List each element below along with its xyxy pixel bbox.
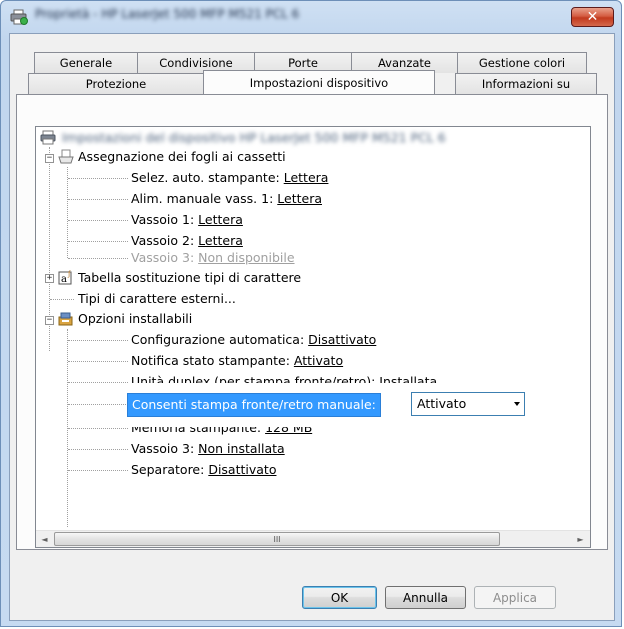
tree-connector: [68, 340, 128, 341]
item-value: Attivato: [293, 353, 344, 368]
tab-informazioni-su[interactable]: Informazioni su: [455, 73, 597, 94]
close-button[interactable]: ✕: [571, 7, 614, 27]
tree-item-duplex-unit[interactable]: Unità duplex (per stampa fronte/retro): …: [131, 372, 438, 389]
item-name: Notifica stato stampante:: [131, 353, 294, 368]
window-title: Proprietà - HP LaserJet 500 MFP M521 PCL…: [35, 7, 300, 21]
tree-connector: [68, 258, 128, 259]
cancel-button[interactable]: Annulla: [385, 586, 466, 609]
item-value: Non disponibile: [198, 250, 295, 265]
tree-item-separator[interactable]: Separatore: Disattivato: [131, 460, 276, 480]
tree-installable-options[interactable]: Opzioni installabili: [78, 309, 192, 329]
item-name: Configurazione automatica:: [131, 332, 309, 347]
dropdown-arrow-icon[interactable]: [514, 402, 520, 406]
manual-duplex-label: Consenti stampa fronte/retro manuale:: [127, 393, 381, 417]
tree-external-fonts[interactable]: Tipi di carattere esterni...: [78, 289, 236, 309]
item-value: Non installata: [198, 441, 285, 456]
tree-item-manual-feed[interactable]: Alim. manuale vass. 1: Lettera: [131, 189, 322, 209]
title-bar: Proprietà - HP LaserJet 500 MFP M521 PCL…: [1, 1, 623, 33]
collapse-icon[interactable]: −: [45, 316, 54, 325]
scrollbar-thumb[interactable]: III: [54, 532, 500, 546]
manual-duplex-value: Attivato: [417, 396, 467, 411]
svg-text:a: a: [61, 274, 67, 285]
tree-connector: [68, 178, 128, 179]
scroll-left-icon[interactable]: ◄: [36, 531, 53, 547]
tree-item-status-notify[interactable]: Notifica stato stampante: Attivato: [131, 351, 343, 371]
tab-protezione[interactable]: Protezione: [28, 73, 204, 94]
item-value: Lettera: [283, 170, 329, 185]
close-icon: ✕: [586, 9, 599, 25]
item-name: Vassoio 2:: [131, 233, 199, 248]
tree-connector: [67, 167, 68, 258]
collapse-icon[interactable]: −: [45, 154, 54, 163]
tree-item-tray-3-installed[interactable]: Vassoio 3: Non installata: [131, 439, 285, 459]
item-name: Vassoio 3:: [131, 250, 199, 265]
tree-item-printer-memory[interactable]: Memoria stampante: 128 MB: [131, 420, 313, 438]
item-value: Lettera: [198, 233, 243, 248]
tab-impostazioni-dispositivo[interactable]: Impostazioni dispositivo: [203, 70, 435, 94]
grip-icon: III: [273, 534, 281, 544]
settings-tree[interactable]: Impostazioni del dispositivo HP LaserJet…: [35, 126, 591, 548]
tree-connector: [68, 361, 128, 362]
tree-connector: [50, 299, 74, 300]
tree-connector: [68, 470, 128, 471]
svg-text:ƒ: ƒ: [67, 270, 71, 278]
tree-item-manual-duplex: Consenti stampa fronte/retro manuale: At…: [127, 390, 527, 418]
item-value: 128 MB: [265, 420, 313, 435]
tree-tray-assignment[interactable]: Assegnazione dei fogli ai cassetti: [78, 147, 286, 167]
item-value: Installata: [379, 374, 438, 389]
item-name: Vassoio 1:: [131, 212, 199, 227]
item-name: Alim. manuale vass. 1:: [131, 191, 278, 206]
tab-gestione-colori[interactable]: Gestione colori: [457, 52, 587, 73]
item-name: Vassoio 3:: [131, 441, 199, 456]
horizontal-scrollbar[interactable]: ◄ III ►: [36, 530, 590, 547]
item-value: Disattivato: [208, 462, 277, 477]
scroll-right-icon[interactable]: ►: [572, 531, 589, 547]
tab-panel: Impostazioni del dispositivo HP LaserJet…: [16, 94, 608, 550]
item-name: Selez. auto. stampante:: [131, 170, 284, 185]
manual-duplex-select[interactable]: Attivato: [411, 392, 525, 416]
installable-options-icon: [58, 312, 73, 326]
tree-connector: [68, 404, 128, 405]
tree-font-substitution[interactable]: Tabella sostituzione tipi di carattere: [78, 268, 301, 288]
tree-connector: [68, 428, 128, 429]
printer-icon: [10, 9, 28, 25]
paper-tray-icon: [58, 149, 74, 164]
tree-connector: [68, 220, 128, 221]
tree-item-auto-config[interactable]: Configurazione automatica: Disattivato: [131, 330, 376, 350]
expand-icon[interactable]: +: [45, 274, 54, 283]
tree-item-tray-1[interactable]: Vassoio 1: Lettera: [131, 210, 243, 230]
apply-button[interactable]: Applica: [474, 586, 556, 609]
item-value: Lettera: [198, 212, 243, 227]
tree-connector: [68, 382, 128, 383]
tree-item-auto-select[interactable]: Selez. auto. stampante: Lettera: [131, 168, 328, 188]
tree-connector: [68, 199, 128, 200]
item-name: Memoria stampante:: [131, 420, 266, 435]
tab-generale[interactable]: Generale: [34, 52, 138, 73]
item-name: Separatore:: [131, 462, 209, 477]
tab-row-2: Protezione Impostazioni dispositivo Info…: [28, 70, 597, 94]
tree-connector: [68, 449, 128, 450]
tree-root-label[interactable]: Impostazioni del dispositivo HP LaserJet…: [62, 128, 446, 148]
tree-connector: [68, 241, 128, 242]
tree-item-tray-3[interactable]: Vassoio 3: Non disponibile: [131, 248, 295, 268]
item-value: Disattivato: [308, 332, 377, 347]
printer-icon: [40, 130, 56, 145]
item-name: Unità duplex (per stampa fronte/retro):: [131, 374, 380, 389]
item-value: Lettera: [277, 191, 322, 206]
font-table-icon: a ƒ: [58, 270, 72, 285]
ok-button[interactable]: OK: [302, 586, 377, 609]
